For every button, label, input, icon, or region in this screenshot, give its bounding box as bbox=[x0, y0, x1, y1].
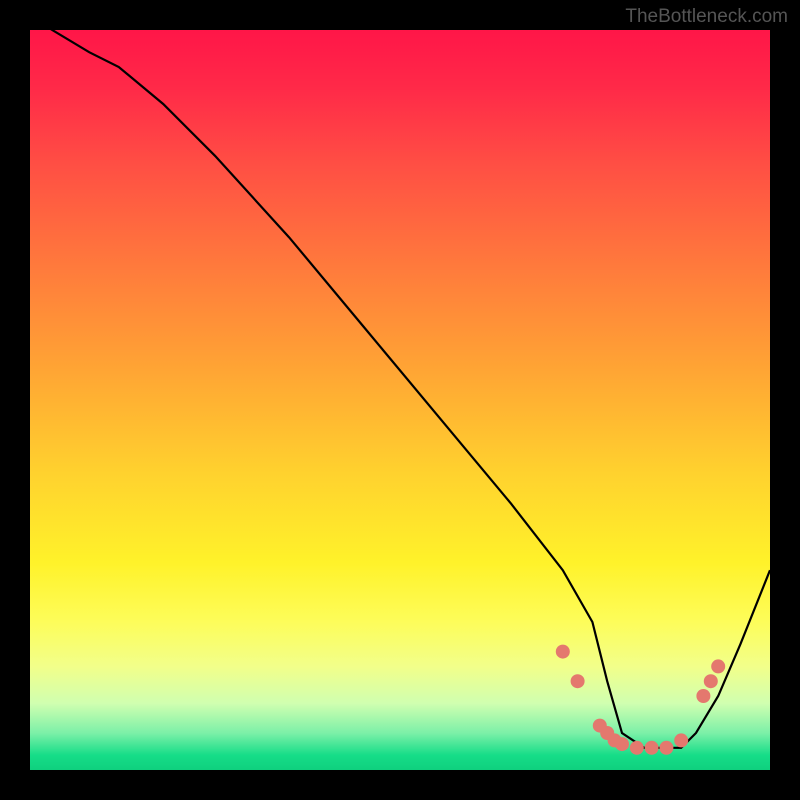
bottleneck-curve bbox=[30, 30, 770, 748]
chart-marker bbox=[704, 674, 718, 688]
chart-marker bbox=[571, 674, 585, 688]
chart-marker bbox=[645, 741, 659, 755]
chart-plot-area bbox=[30, 30, 770, 770]
chart-marker bbox=[615, 737, 629, 751]
chart-marker bbox=[711, 659, 725, 673]
chart-marker bbox=[696, 689, 710, 703]
chart-marker bbox=[674, 733, 688, 747]
chart-markers bbox=[556, 645, 725, 755]
attribution-text: TheBottleneck.com bbox=[625, 6, 788, 28]
chart-marker bbox=[630, 741, 644, 755]
chart-svg-layer bbox=[30, 30, 770, 770]
chart-marker bbox=[556, 645, 570, 659]
chart-marker bbox=[659, 741, 673, 755]
